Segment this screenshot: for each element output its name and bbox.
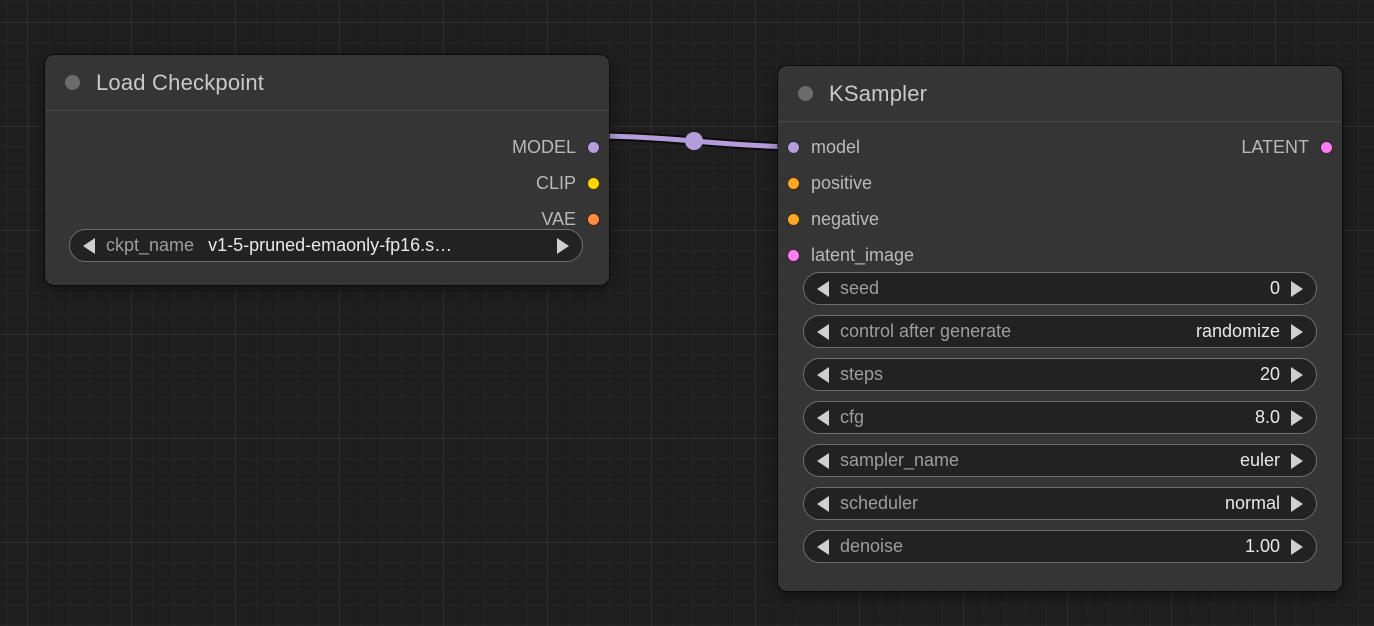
widget-label-scheduler: scheduler <box>840 493 919 513</box>
widget-label-denoise: denoise <box>840 536 904 556</box>
slot-dot-latent-icon[interactable] <box>1320 140 1333 154</box>
output-slot-vae[interactable]: VAE <box>541 208 600 230</box>
slot-dot-clip-icon[interactable] <box>587 176 600 190</box>
input-slot-label-negative: negative <box>811 208 880 229</box>
node-title-ksampler: KSampler <box>829 80 928 106</box>
slot-dot-positive-icon[interactable] <box>787 176 800 190</box>
arrow-left-icon[interactable] <box>817 366 829 383</box>
output-slot-label-latent: LATENT <box>1241 136 1309 157</box>
widget-seed[interactable]: seed 0 <box>803 272 1317 305</box>
widget-label-sampler-name: sampler_name <box>840 450 960 470</box>
output-slot-clip[interactable]: CLIP <box>536 172 600 194</box>
arrow-right-icon[interactable] <box>557 237 569 254</box>
output-slot-label-clip: CLIP <box>535 172 576 193</box>
input-slot-model[interactable]: model <box>787 136 860 158</box>
widget-sampler-name[interactable]: sampler_name euler <box>803 444 1317 477</box>
widget-scheduler[interactable]: scheduler normal <box>803 487 1317 520</box>
arrow-right-icon[interactable] <box>1291 495 1303 512</box>
widget-value-denoise: 1.00 <box>1244 536 1280 556</box>
arrow-right-icon[interactable] <box>1291 452 1303 469</box>
slot-dot-latent-image-icon[interactable] <box>787 248 800 262</box>
widget-value-scheduler: normal <box>1224 493 1280 513</box>
output-slot-latent[interactable]: LATENT <box>1241 136 1333 158</box>
input-slot-label-latent-image: latent_image <box>811 244 915 265</box>
widget-label-ckpt-name: ckpt_name <box>106 235 195 255</box>
input-slot-latent-image[interactable]: latent_image <box>787 244 914 266</box>
arrow-right-icon[interactable] <box>1291 366 1303 383</box>
arrow-left-icon[interactable] <box>817 280 829 297</box>
slot-dot-model-icon[interactable] <box>787 140 800 154</box>
link-model-outline <box>589 131 798 152</box>
widget-value-seed: 0 <box>1269 278 1280 298</box>
link-midpoint-dot[interactable] <box>685 132 703 150</box>
arrow-right-icon[interactable] <box>1291 538 1303 555</box>
input-slot-negative[interactable]: negative <box>787 208 879 230</box>
arrow-left-icon[interactable] <box>83 237 95 254</box>
arrow-left-icon[interactable] <box>817 538 829 555</box>
arrow-left-icon[interactable] <box>817 409 829 426</box>
widget-value-steps: 20 <box>1259 364 1280 384</box>
arrow-right-icon[interactable] <box>1291 409 1303 426</box>
widget-control-after-generate[interactable]: control after generate randomize <box>803 315 1317 348</box>
node-title-load-checkpoint: Load Checkpoint <box>96 69 265 95</box>
widget-value-cfg: 8.0 <box>1254 407 1280 427</box>
output-slot-label-model: MODEL <box>511 136 576 157</box>
widget-denoise[interactable]: denoise 1.00 <box>803 530 1317 563</box>
arrow-left-icon[interactable] <box>817 323 829 340</box>
arrow-left-icon[interactable] <box>817 495 829 512</box>
node-title-bar-load-checkpoint[interactable]: Load Checkpoint <box>45 55 609 111</box>
widget-cfg[interactable]: cfg 8.0 <box>803 401 1317 434</box>
slot-dot-model-icon[interactable] <box>587 140 600 154</box>
widget-value-control-after-generate: randomize <box>1195 321 1280 341</box>
output-slot-label-vae: VAE <box>541 208 576 229</box>
node-load-checkpoint[interactable]: Load Checkpoint MODEL CLIP VAE ckpt_name <box>45 55 609 285</box>
input-slot-positive[interactable]: positive <box>787 172 872 194</box>
arrow-right-icon[interactable] <box>1291 323 1303 340</box>
node-ksampler[interactable]: KSampler model positive negative latent_… <box>778 66 1342 591</box>
circle-icon[interactable] <box>65 75 80 90</box>
widget-steps[interactable]: steps 20 <box>803 358 1317 391</box>
output-slot-model[interactable]: MODEL <box>512 136 600 158</box>
slot-dot-vae-icon[interactable] <box>587 212 600 226</box>
widget-label-steps: steps <box>840 364 884 384</box>
slot-dot-negative-icon[interactable] <box>787 212 800 226</box>
widget-ckpt-name[interactable]: ckpt_name v1-5-pruned-emaonly-fp16.s… <box>69 229 583 262</box>
widget-value-sampler-name: euler <box>1239 450 1280 470</box>
input-slot-label-positive: positive <box>811 172 873 193</box>
arrow-left-icon[interactable] <box>817 452 829 469</box>
widget-label-seed: seed <box>840 278 880 298</box>
widget-label-control-after-generate: control after generate <box>840 321 1012 341</box>
input-slot-label-model: model <box>811 136 861 157</box>
arrow-right-icon[interactable] <box>1291 280 1303 297</box>
widget-label-cfg: cfg <box>840 407 865 427</box>
node-graph-canvas[interactable]: Load Checkpoint MODEL CLIP VAE ckpt_name <box>0 0 1374 626</box>
link-model-wire <box>591 133 796 150</box>
widget-value-ckpt-name: v1-5-pruned-emaonly-fp16.s… <box>208 235 453 255</box>
circle-icon[interactable] <box>798 86 813 101</box>
node-title-bar-ksampler[interactable]: KSampler <box>778 66 1342 122</box>
